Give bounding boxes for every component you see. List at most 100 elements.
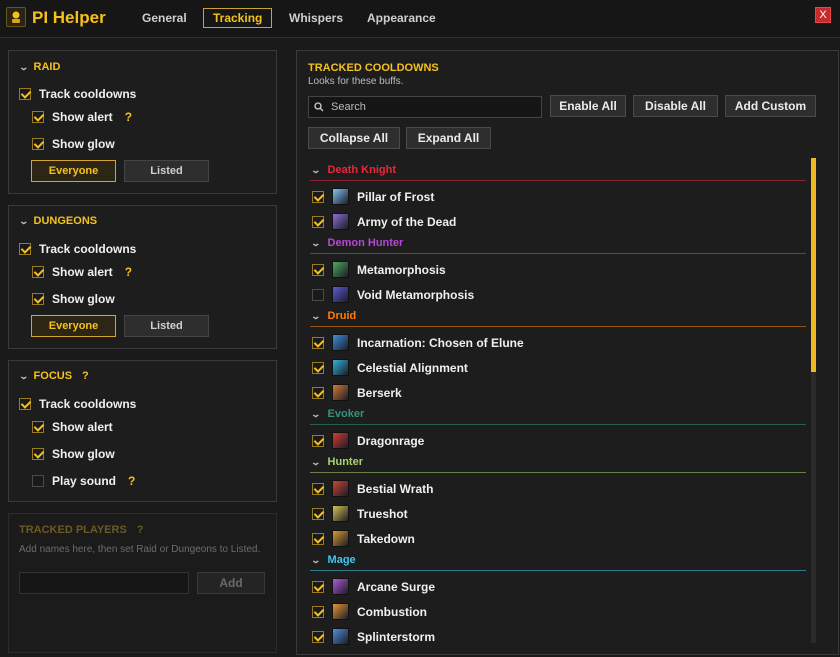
add-custom-button[interactable]: Add Custom (725, 95, 816, 117)
cooldown-checkbox[interactable] (312, 507, 324, 520)
raid-show-glow[interactable]: Show glow (32, 137, 115, 151)
class-group-header[interactable]: ⌄ Druid (310, 310, 806, 324)
cooldown-checkbox[interactable] (312, 288, 324, 301)
cooldown-checkbox[interactable] (312, 580, 324, 593)
focus-play-sound-label: Play sound (52, 474, 117, 488)
cooldown-row[interactable]: Void Metamorphosis (312, 286, 474, 303)
tab-general[interactable]: General (132, 8, 197, 28)
cooldown-name: Trueshot (357, 506, 408, 521)
tab-whispers[interactable]: Whispers (279, 8, 353, 28)
cooldown-checkbox[interactable] (312, 605, 324, 618)
disable-all-button[interactable]: Disable All (633, 95, 718, 117)
cooldown-row[interactable]: Combustion (312, 603, 427, 620)
focus-show-alert-label: Show alert (52, 420, 113, 434)
cooldown-name: Arcane Surge (357, 579, 436, 594)
cooldown-row[interactable]: Trueshot (312, 505, 408, 522)
tracked-cooldowns-subtitle: Looks for these buffs. (308, 76, 404, 87)
collapse-all-button[interactable]: Collapse All (308, 127, 400, 149)
cooldown-checkbox[interactable] (312, 215, 324, 228)
expand-all-button[interactable]: Expand All (406, 127, 491, 149)
cooldown-row[interactable]: Berserk (312, 384, 402, 401)
cooldown-checkbox[interactable] (312, 263, 324, 276)
dragon-icon (332, 432, 349, 449)
tracked-players-hint: Add names here, then set Raid or Dungeon… (19, 544, 261, 555)
search-input[interactable]: Search (308, 96, 542, 118)
chevron-down-icon: ⌄ (18, 215, 30, 226)
cooldown-row[interactable]: Bestial Wrath (312, 480, 433, 497)
focus-help-icon[interactable]: ? (82, 370, 89, 382)
cooldown-checkbox[interactable] (312, 630, 324, 643)
chevron-down-icon: ⌄ (310, 456, 322, 467)
cooldown-row[interactable]: Dragonrage (312, 432, 424, 449)
takedown-icon (332, 530, 349, 547)
raid-listed-button[interactable]: Listed (124, 160, 209, 182)
raid-show-alert[interactable]: Show alert ? (32, 110, 132, 124)
cooldown-row[interactable]: Celestial Alignment (312, 359, 468, 376)
tracked-players-header: TRACKED PLAYERS ? (19, 524, 144, 536)
enable-all-button[interactable]: Enable All (550, 95, 626, 117)
cooldown-checkbox[interactable] (312, 190, 324, 203)
cooldown-checkbox[interactable] (312, 482, 324, 495)
dungeons-show-alert-help-icon[interactable]: ? (125, 265, 132, 279)
class-group-header[interactable]: ⌄ Death Knight (310, 164, 806, 178)
chevron-down-icon: ⌄ (18, 61, 30, 72)
dungeons-everyone-button[interactable]: Everyone (31, 315, 116, 337)
class-group-header[interactable]: ⌄ Hunter (310, 456, 806, 470)
star-icon (332, 359, 349, 376)
cooldown-row[interactable]: Incarnation: Chosen of Elune (312, 334, 524, 351)
class-group-header[interactable]: ⌄ Demon Hunter (310, 237, 806, 251)
cooldown-row[interactable]: Takedown (312, 530, 415, 547)
dungeons-show-glow-checkbox[interactable] (32, 293, 44, 305)
raid-track-cooldowns-checkbox[interactable] (19, 88, 31, 100)
cooldown-checkbox[interactable] (312, 386, 324, 399)
add-player-button[interactable]: Add (197, 572, 265, 594)
raid-everyone-button[interactable]: Everyone (31, 160, 116, 182)
raid-show-alert-help-icon[interactable]: ? (125, 110, 132, 124)
focus-show-glow[interactable]: Show glow (32, 447, 115, 461)
dungeons-show-glow[interactable]: Show glow (32, 292, 115, 306)
focus-track-cooldowns[interactable]: Track cooldowns (19, 397, 136, 411)
class-group-name: Death Knight (327, 164, 396, 176)
focus-show-alert[interactable]: Show alert (32, 420, 113, 434)
raid-show-glow-checkbox[interactable] (32, 138, 44, 150)
cooldown-name: Celestial Alignment (357, 360, 468, 375)
chevron-down-icon: ⌄ (18, 370, 30, 381)
raid-show-alert-label: Show alert (52, 110, 113, 124)
tracked-players-help-icon[interactable]: ? (137, 524, 144, 536)
raid-track-cooldowns[interactable]: Track cooldowns (19, 87, 136, 101)
cooldown-checkbox[interactable] (312, 434, 324, 447)
focus-show-alert-checkbox[interactable] (32, 421, 44, 433)
dungeons-track-cooldowns-checkbox[interactable] (19, 243, 31, 255)
raid-section-header[interactable]: ⌄ RAID (18, 61, 60, 73)
cooldown-row[interactable]: Pillar of Frost (312, 188, 434, 205)
class-group-header[interactable]: ⌄ Evoker (310, 408, 806, 422)
dungeons-show-alert[interactable]: Show alert ? (32, 265, 132, 279)
focus-track-cooldowns-checkbox[interactable] (19, 398, 31, 410)
scrollbar-thumb[interactable] (811, 158, 816, 372)
arrow-icon (332, 505, 349, 522)
cooldown-row[interactable]: Arcane Surge (312, 578, 435, 595)
cooldown-row[interactable]: Metamorphosis (312, 261, 446, 278)
focus-play-sound-help-icon[interactable]: ? (128, 474, 135, 488)
focus-play-sound[interactable]: Play sound ? (32, 474, 135, 488)
cooldown-row[interactable]: Army of the Dead (312, 213, 456, 230)
cooldown-row[interactable]: Splinterstorm (312, 628, 435, 645)
cooldown-checkbox[interactable] (312, 336, 324, 349)
cooldown-checkbox[interactable] (312, 361, 324, 374)
tab-appearance[interactable]: Appearance (357, 8, 446, 28)
focus-section-header[interactable]: ⌄ FOCUS ? (18, 370, 89, 382)
focus-play-sound-checkbox[interactable] (32, 475, 44, 487)
tracked-players-input[interactable] (19, 572, 189, 594)
dungeons-show-alert-checkbox[interactable] (32, 266, 44, 278)
cooldown-name: Army of the Dead (357, 214, 457, 229)
close-button[interactable]: X (815, 7, 831, 23)
focus-show-glow-checkbox[interactable] (32, 448, 44, 460)
dungeons-section-header[interactable]: ⌄ DUNGEONS (18, 215, 97, 227)
raid-show-alert-checkbox[interactable] (32, 111, 44, 123)
cooldown-checkbox[interactable] (312, 532, 324, 545)
class-group-header[interactable]: ⌄ Mage (310, 554, 806, 568)
dungeons-track-cooldowns-label: Track cooldowns (39, 242, 137, 256)
dungeons-track-cooldowns[interactable]: Track cooldowns (19, 242, 136, 256)
dungeons-listed-button[interactable]: Listed (124, 315, 209, 337)
tab-tracking[interactable]: Tracking (203, 8, 273, 28)
